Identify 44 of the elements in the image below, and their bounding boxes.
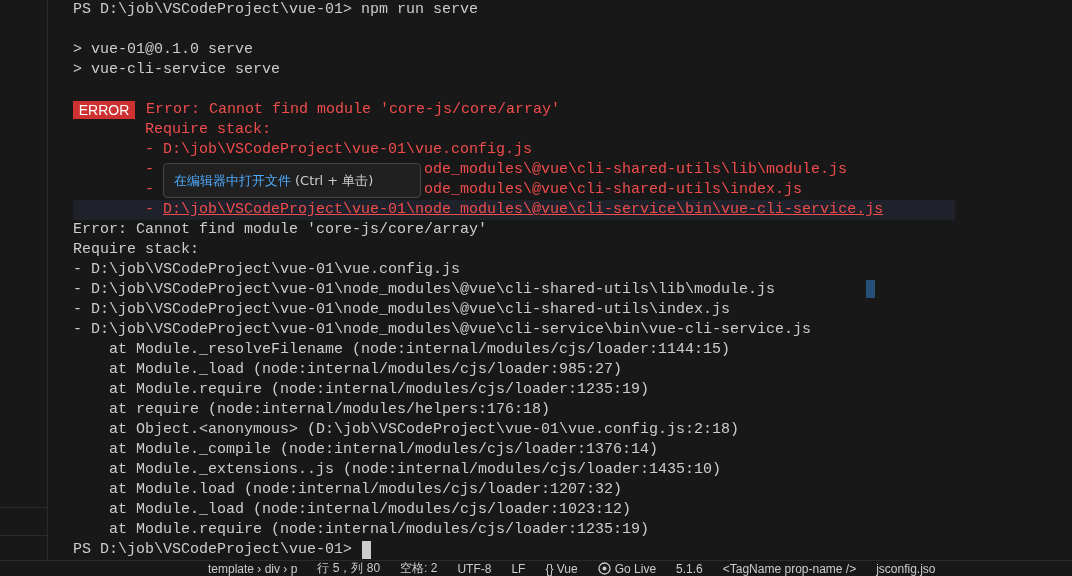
status-item[interactable]: 行 5，列 80 — [317, 561, 381, 576]
error-line: - — [145, 180, 154, 200]
stack-trace-line: at Module._compile (node:internal/modules/cjs/loader:1376:14) — [109, 440, 659, 460]
stack-trace-line: at Module.load (node:internal/modules/cjs/loader:1207:32) — [109, 480, 623, 500]
tooltip: 在编辑器中打开文件 (Ctrl + 单击) — [163, 163, 421, 198]
status-item[interactable]: 5.1.6 — [676, 561, 703, 576]
terminal-line: - D:\job\VSCodeProject\vue-01\node_modules\@vue\cli-shared-utils\lib\module.js — [73, 280, 776, 300]
status-item[interactable]: template › div › p — [208, 561, 298, 576]
highlight-marker — [866, 280, 875, 298]
error-line: - — [145, 200, 154, 220]
terminal-line: > vue-cli-service serve — [73, 60, 281, 80]
stack-trace-line: at Object.<anonymous> (D:\job\VSCodeProject\vue-01\vue.config.js:2:18) — [109, 420, 740, 440]
status-item[interactable]: jsconfig.jso — [876, 561, 936, 576]
terminal-line: Require stack: — [73, 240, 200, 260]
error-line: ode_modules\@vue\cli-shared-utils\lib\module.js — [424, 160, 848, 180]
status-item[interactable]: UTF-8 — [457, 561, 492, 576]
stack-trace-line: at Module.require (node:internal/modules/cjs/loader:1235:19) — [109, 520, 650, 540]
error-line: - D:\job\VSCodeProject\vue-01\vue.config.js — [145, 140, 533, 160]
terminal-line: - D:\job\VSCodeProject\vue-01\node_modules\@vue\cli-shared-utils\index.js — [73, 300, 731, 320]
error-line: Require stack: — [145, 120, 272, 140]
stack-trace-line: at Module.require (node:internal/modules/cjs/loader:1235:19) — [109, 380, 650, 400]
status-item[interactable]: {} Vue — [545, 561, 578, 576]
stack-trace-line: at Module._extensions..js (node:internal/modules/cjs/loader:1435:10) — [109, 460, 722, 480]
text-cursor — [362, 541, 372, 559]
error-line: ode_modules\@vue\cli-shared-utils\index.js — [424, 180, 803, 200]
terminal-line: PS D:\job\VSCodeProject\vue-01> npm run serve — [73, 0, 479, 20]
go-live-button[interactable]: Go Live — [597, 561, 657, 576]
error-badge: ERROR — [73, 101, 135, 119]
error-message: Error: Cannot find module 'core-js/core/array' — [146, 100, 561, 120]
terminal-prompt: PS D:\job\VSCodeProject\vue-01> — [73, 540, 353, 560]
error-line: - — [145, 160, 154, 180]
terminal-line: Error: Cannot find module 'core-js/core/array' — [73, 220, 488, 240]
broadcast-icon — [597, 562, 611, 575]
terminal-line: - D:\job\VSCodeProject\vue-01\node_modules\@vue\cli-service\bin\vue-cli-service.js — [73, 320, 812, 340]
status-item[interactable]: LF — [511, 561, 526, 576]
stack-trace-line: at Module._resolveFilename (node:internal/modules/cjs/loader:1144:15) — [109, 340, 731, 360]
stack-trace-line: at Module._load (node:internal/modules/cjs/loader:1023:12) — [109, 500, 632, 520]
status-item[interactable]: <TagName prop-name /> — [722, 561, 857, 576]
status-item[interactable]: 空格: 2 — [400, 561, 438, 576]
file-link[interactable]: D:\job\VSCodeProject\vue-01\node_modules\@vue\cli-service\bin\vue-cli-service.js — [163, 200, 884, 220]
terminal-line: - D:\job\VSCodeProject\vue-01\vue.config.js — [73, 260, 461, 280]
stack-trace-line: at require (node:internal/modules/helpers:176:18) — [109, 400, 551, 420]
stack-trace-line: at Module._load (node:internal/modules/cjs/loader:985:27) — [109, 360, 623, 380]
terminal-line: > vue-01@0.1.0 serve — [73, 40, 254, 60]
